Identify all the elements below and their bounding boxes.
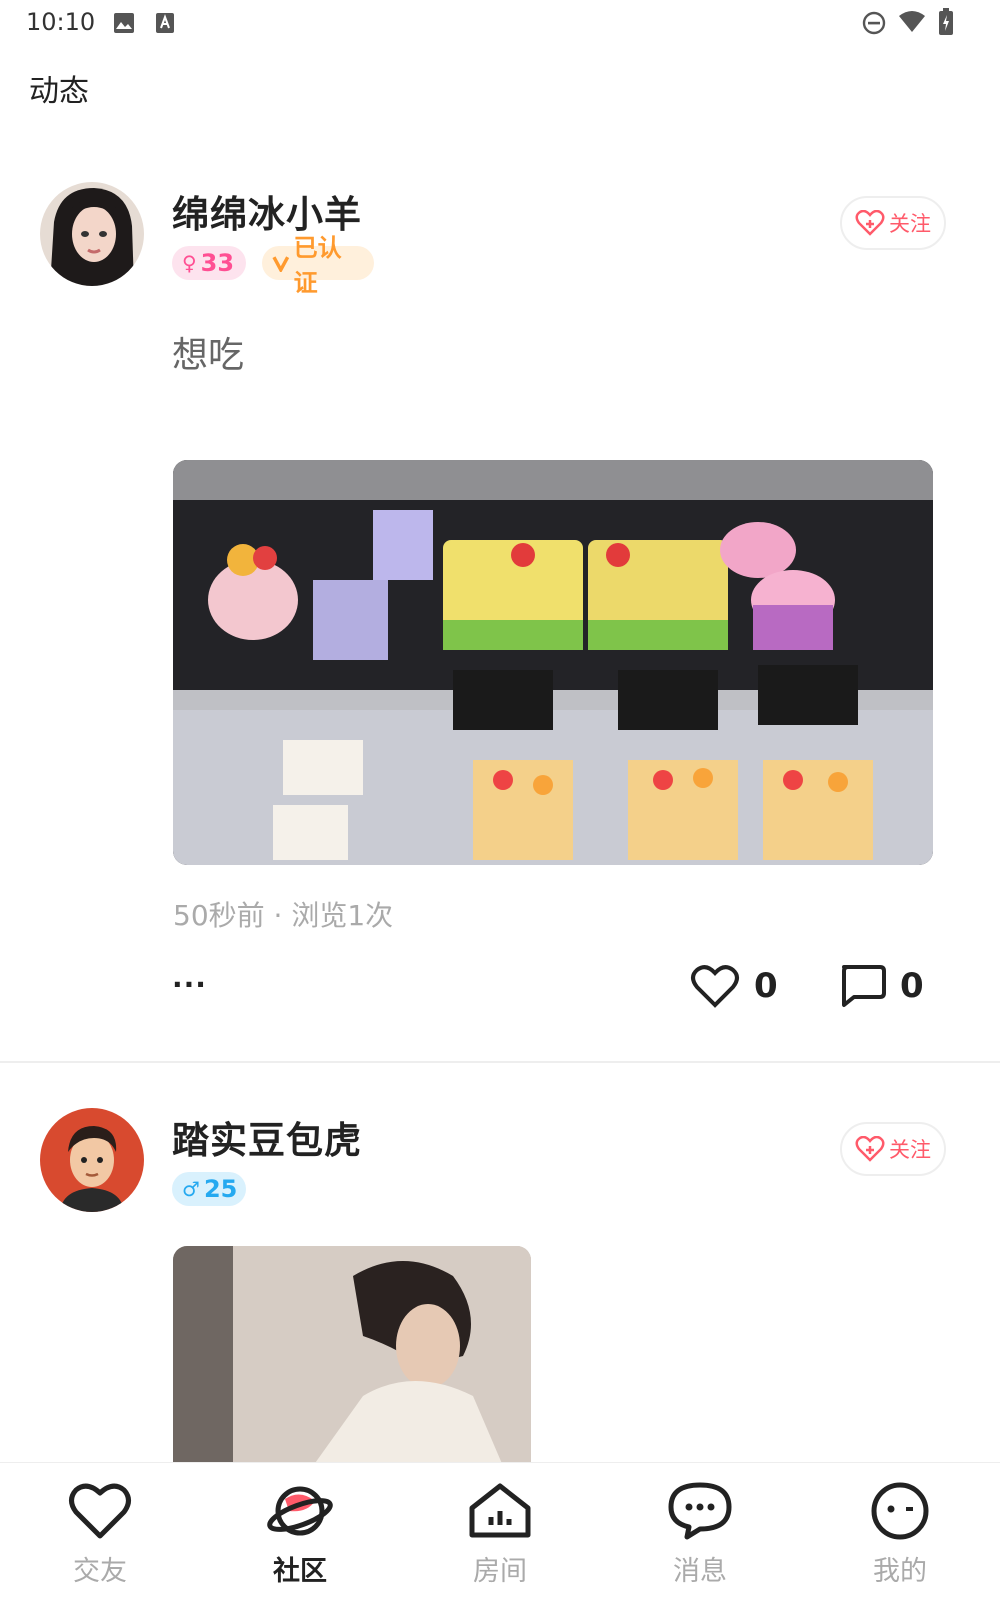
tab-make-friends[interactable]: 交友 bbox=[0, 1463, 200, 1601]
heart-plus-icon bbox=[855, 210, 885, 236]
house-icon bbox=[469, 1483, 531, 1538]
comment-icon bbox=[842, 965, 886, 1007]
image-icon bbox=[114, 13, 134, 33]
tab-label: 交友 bbox=[73, 1556, 127, 1587]
follow-label: 关注 bbox=[889, 1138, 931, 1162]
status-time: 10:10 bbox=[26, 8, 96, 36]
tab-rooms[interactable]: 房间 bbox=[400, 1463, 600, 1601]
avatar[interactable] bbox=[40, 182, 144, 286]
page-title: 动态 bbox=[29, 74, 89, 109]
heart-outline-icon bbox=[691, 965, 739, 1008]
verified-badge: 已认证 bbox=[262, 234, 374, 297]
verified-label: 已认证 bbox=[293, 234, 342, 297]
gender-age-badge: ♂ 25 bbox=[172, 1172, 246, 1206]
follow-button[interactable]: 关注 bbox=[840, 1122, 946, 1176]
tab-label: 消息 bbox=[673, 1556, 727, 1587]
tab-label: 我的 bbox=[873, 1556, 927, 1587]
post-divider bbox=[0, 1061, 1000, 1063]
avatar[interactable] bbox=[40, 1108, 144, 1212]
text-icon bbox=[156, 13, 174, 33]
like-count: 0 bbox=[754, 966, 778, 1006]
planet-icon bbox=[267, 1486, 333, 1536]
age-value: 25 bbox=[203, 1175, 238, 1203]
bottom-tab-bar: 交友 社区 房间 消息 我的 bbox=[0, 1462, 1000, 1601]
tab-label: 房间 bbox=[473, 1556, 527, 1587]
tab-label: 社区 bbox=[273, 1556, 327, 1587]
like-button[interactable]: 0 bbox=[690, 964, 778, 1008]
post-text: 想吃 bbox=[172, 335, 245, 376]
chat-icon bbox=[668, 1482, 732, 1540]
tab-me[interactable]: 我的 bbox=[800, 1463, 1000, 1601]
face-icon bbox=[871, 1482, 929, 1540]
post-image-cake-display[interactable] bbox=[173, 460, 933, 865]
heart-icon bbox=[69, 1483, 131, 1539]
post-meta: 50秒前 · 浏览1次 bbox=[173, 899, 394, 932]
tab-messages[interactable]: 消息 bbox=[600, 1463, 800, 1601]
battery-icon bbox=[939, 8, 953, 35]
username[interactable]: 踏实豆包虎 bbox=[172, 1110, 362, 1164]
post-image-portrait[interactable] bbox=[173, 1246, 531, 1466]
status-bar: 10:10 bbox=[0, 0, 1000, 48]
comment-count: 0 bbox=[900, 966, 924, 1006]
comment-button[interactable]: 0 bbox=[838, 964, 924, 1008]
wifi-icon bbox=[899, 11, 925, 32]
female-icon: ♀ bbox=[182, 251, 197, 275]
more-options-button[interactable]: ··· bbox=[172, 968, 207, 1001]
heart-plus-icon bbox=[855, 1136, 885, 1162]
do-not-disturb-icon bbox=[862, 11, 886, 35]
gender-age-badge: ♀ 33 bbox=[172, 246, 246, 280]
tab-community[interactable]: 社区 bbox=[200, 1463, 400, 1601]
male-icon: ♂ bbox=[182, 1177, 200, 1201]
age-value: 33 bbox=[200, 249, 235, 277]
follow-label: 关注 bbox=[889, 212, 931, 236]
check-v-icon bbox=[272, 256, 290, 272]
follow-button[interactable]: 关注 bbox=[840, 196, 946, 250]
